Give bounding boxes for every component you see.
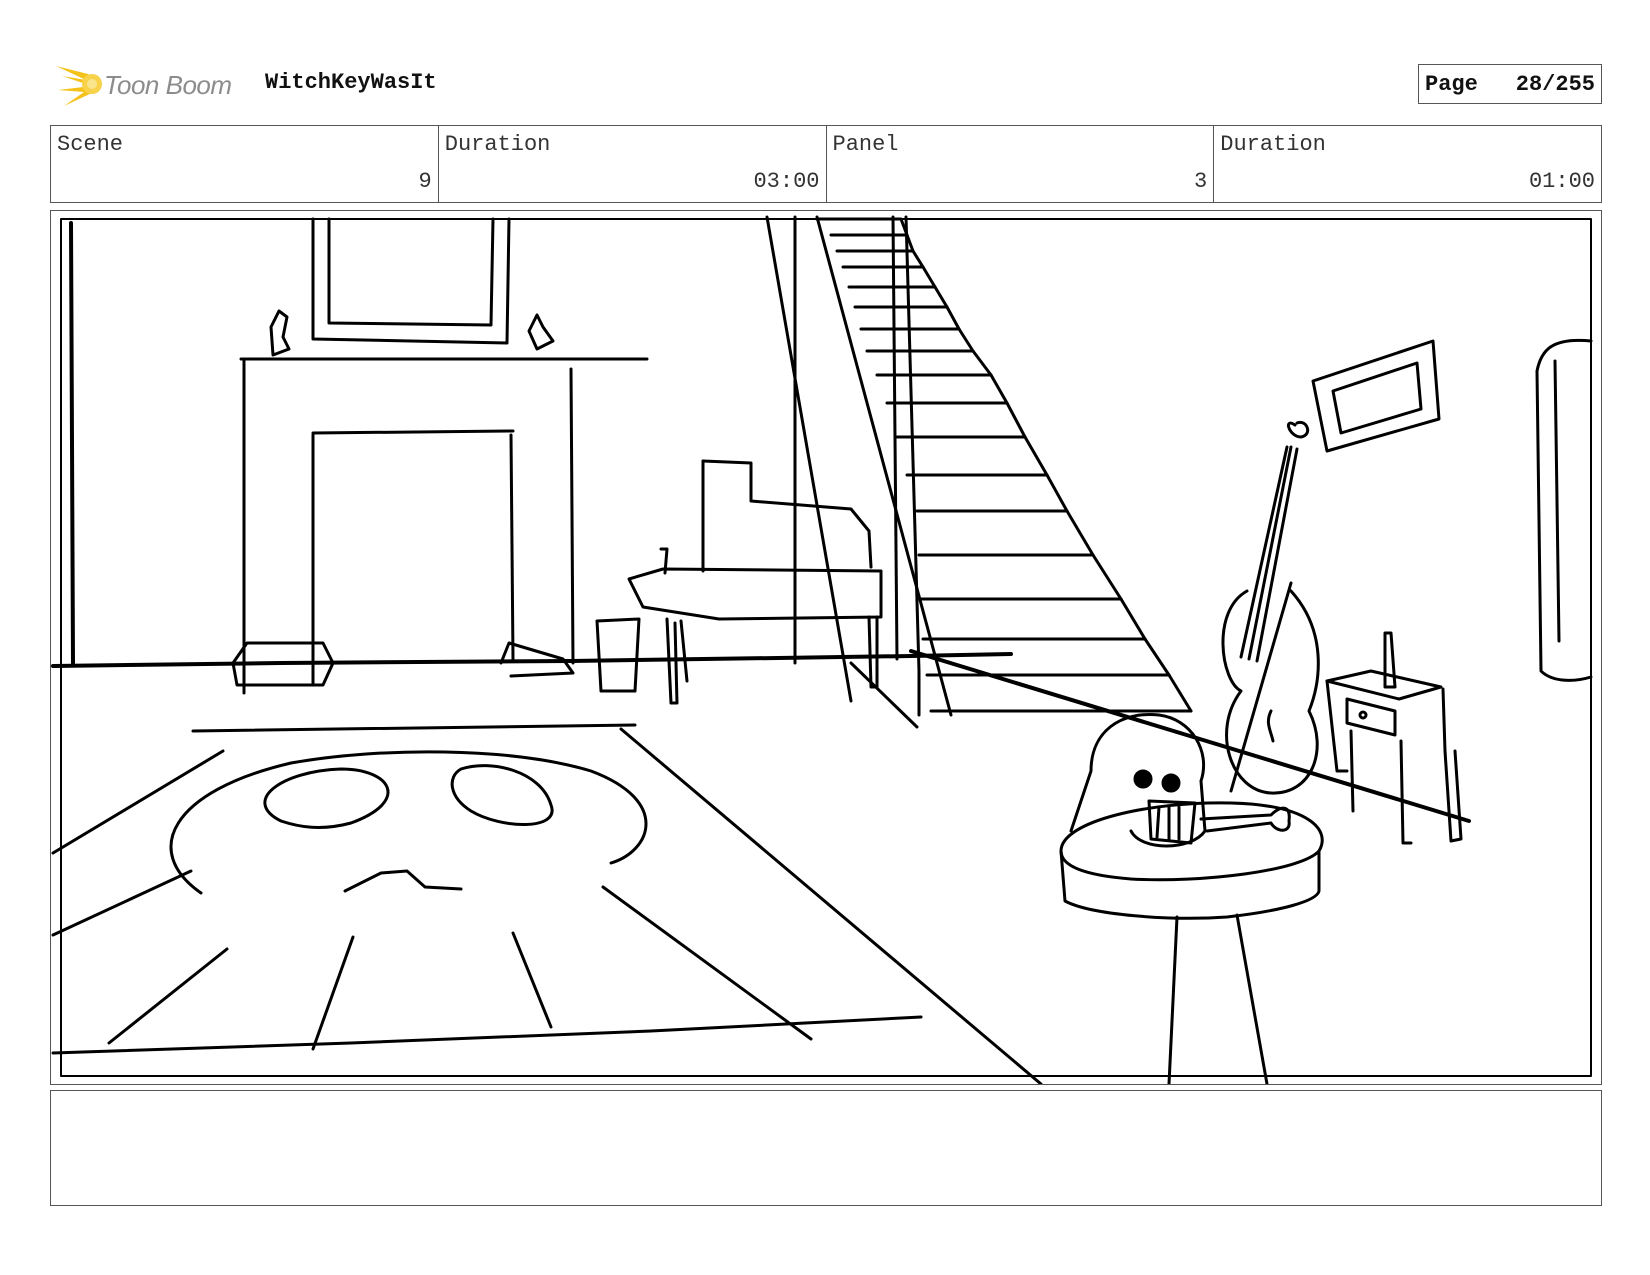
toon-boom-logo: Toon Boom [52, 58, 232, 112]
panel-cell: Panel 3 [827, 126, 1215, 202]
panel-notes-box[interactable] [50, 1090, 1602, 1206]
staircase [765, 215, 1471, 823]
logo-text: Toon Boom [104, 69, 232, 100]
candle-right [527, 313, 555, 351]
candle-left [269, 309, 291, 357]
fireplace [231, 309, 649, 695]
mirror-right-edge [1535, 338, 1593, 682]
panel-info-table: Scene 9 Duration 03:00 Panel 3 Duration … [50, 125, 1602, 203]
scene-duration-value: 03:00 [753, 169, 820, 194]
rug [51, 723, 1043, 1084]
scene-cell: Scene 9 [51, 126, 439, 202]
page-label: Page [1425, 71, 1478, 97]
page-value: 28/255 [1515, 71, 1595, 97]
panel-sketch-image [51, 215, 1593, 1084]
project-name: WitchKeyWasIt [265, 70, 437, 95]
grand-piano [595, 459, 883, 705]
inner-frame [60, 218, 1592, 1077]
toon-boom-burst-icon [56, 66, 102, 106]
room-walls [51, 221, 1013, 668]
panel-label: Panel [832, 132, 899, 157]
panel-duration-label: Duration [1220, 132, 1326, 157]
piano-stool [595, 617, 641, 693]
cello [1221, 420, 1320, 795]
panel-duration-cell: Duration 01:00 [1214, 126, 1601, 202]
round-table-with-skull [1059, 713, 1324, 1084]
page-indicator: Page 28/255 [1418, 64, 1602, 104]
scene-label: Scene [57, 132, 124, 157]
storyboard-panel [50, 210, 1602, 1085]
panel-value: 3 [1194, 169, 1208, 194]
scene-duration-label: Duration [444, 132, 551, 157]
picture-frame-right-wall [1311, 339, 1441, 453]
picture-frame-above-fireplace [311, 217, 511, 345]
scene-value: 9 [418, 169, 432, 194]
scene-duration-cell: Duration 03:00 [439, 126, 827, 202]
panel-duration-value: 01:00 [1528, 169, 1595, 194]
